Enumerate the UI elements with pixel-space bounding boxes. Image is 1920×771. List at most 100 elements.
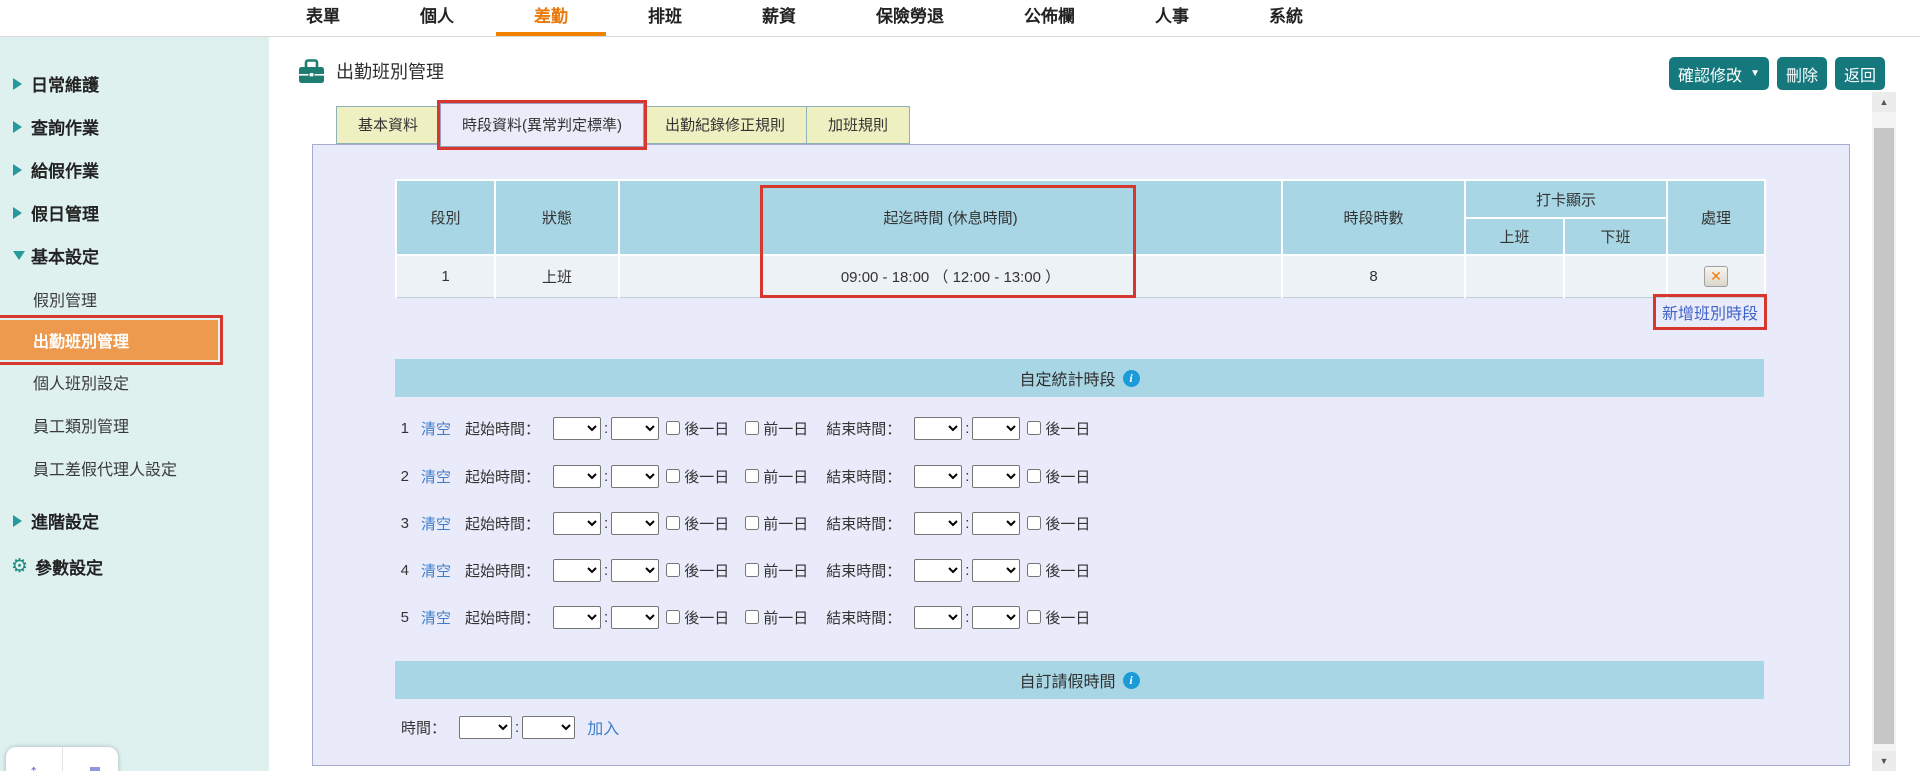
sidebar-item-basic-settings[interactable]: 基本設定 [0, 234, 269, 277]
start-minute-select[interactable] [611, 464, 660, 488]
nav-item-bulletin[interactable]: 公佈欄 [986, 0, 1113, 36]
scroll-down-icon[interactable]: ▼ [1872, 751, 1896, 771]
sidebar-item-leave-type-management[interactable]: 假別管理 [0, 277, 269, 320]
sidebar-item-parameter-settings[interactable]: ⚙ 參數設定 [0, 545, 269, 588]
start-next-day-checkbox[interactable] [666, 610, 681, 624]
end-next-day-checkbox[interactable] [1027, 563, 1042, 577]
add-shift-segment-link[interactable]: 新增班別時段 [1652, 294, 1768, 330]
nav-item-system[interactable]: 系統 [1231, 0, 1341, 36]
prev-day-checkbox-group: 前一日 [745, 466, 808, 487]
tab-attendance-correction-rules[interactable]: 出勤紀錄修正規則 [644, 106, 808, 144]
add-link[interactable]: 加入 [587, 715, 619, 739]
sidebar-item-holiday-management[interactable]: 假日管理 [0, 191, 269, 234]
end-minute-select[interactable] [972, 416, 1021, 440]
start-prev-day-checkbox[interactable] [745, 421, 760, 435]
clear-link[interactable]: 清空 [421, 513, 451, 534]
start-hour-select[interactable] [553, 511, 602, 535]
nav-item-hr[interactable]: 人事 [1117, 0, 1227, 36]
tab-time-segment-data[interactable]: 時段資料(異常判定標準) [437, 100, 648, 150]
info-icon[interactable]: i [1122, 369, 1140, 387]
toolbar: 確認修改 ▼ 刪除 返回 [1669, 57, 1885, 90]
clear-link[interactable]: 清空 [421, 560, 451, 581]
end-hour-select[interactable] [914, 511, 963, 535]
tab-basic-info[interactable]: 基本資料 [336, 106, 441, 144]
colon-separator: : [604, 561, 609, 579]
info-icon[interactable]: i [1122, 671, 1140, 689]
end-time-label: 結束時間： [826, 562, 902, 580]
end-hour-select[interactable] [914, 416, 963, 440]
start-prev-day-checkbox[interactable] [745, 563, 760, 577]
delete-button[interactable]: 刪除 [1776, 57, 1827, 90]
sidebar-item-query[interactable]: 查詢作業 [0, 105, 269, 148]
sidebar-item-leave-grant[interactable]: 給假作業 [0, 148, 269, 191]
end-hour-select[interactable] [914, 558, 963, 582]
start-next-day-checkbox[interactable] [666, 516, 681, 530]
main-panel: 段別 狀態 起迄時間 (休息時間) 時段時數 打卡顯示 處理 上班 下班 1 上… [312, 144, 1850, 766]
scroll-to-top-button[interactable]: ↑ [6, 747, 63, 771]
col-header-action: 處理 [1666, 179, 1767, 256]
stats-widget-button[interactable] [63, 747, 119, 771]
nav-item-payroll[interactable]: 薪資 [724, 0, 834, 36]
sidebar-item-advanced-settings[interactable]: 進階設定 [0, 499, 269, 542]
leave-hour-select[interactable] [459, 715, 513, 739]
scroll-up-icon[interactable]: ▲ [1872, 92, 1896, 112]
nav-item-attendance[interactable]: 差勤 [496, 0, 606, 36]
custom-stat-section-header: 自定統計時段 i [395, 359, 1764, 397]
screen: 表單 個人 差勤 排班 薪資 保險勞退 公佈欄 人事 系統 日常維護 查詢作業 … [0, 0, 1920, 771]
sidebar-item-attendance-shift-management[interactable]: 出勤班別管理 [0, 315, 223, 365]
back-button[interactable]: 返回 [1834, 57, 1885, 90]
start-prev-day-checkbox[interactable] [745, 516, 760, 530]
colon-separator: : [965, 514, 970, 532]
end-next-day-checkbox[interactable] [1027, 469, 1042, 483]
start-minute-select[interactable] [611, 558, 660, 582]
bar-chart-icon [81, 765, 100, 771]
end-hour-select[interactable] [914, 605, 963, 629]
start-minute-select[interactable] [611, 605, 660, 629]
start-time-label: 起始時間： [465, 609, 541, 627]
start-prev-day-checkbox[interactable] [745, 469, 760, 483]
end-minute-select[interactable] [972, 511, 1021, 535]
nav-item-insurance[interactable]: 保險勞退 [838, 0, 982, 36]
tab-overtime-rules[interactable]: 加班規則 [807, 106, 911, 144]
clear-link[interactable]: 清空 [421, 607, 451, 628]
start-minute-select[interactable] [611, 511, 660, 535]
start-hour-select[interactable] [553, 605, 602, 629]
clear-link[interactable]: 清空 [421, 418, 451, 439]
start-next-day-checkbox[interactable] [666, 421, 681, 435]
start-hour-select[interactable] [553, 464, 602, 488]
page-title: 出勤班別管理 [336, 62, 444, 82]
sidebar-item-label: 日常維護 [31, 76, 99, 95]
sidebar-item-employee-leave-agent-settings[interactable]: 員工差假代理人設定 [0, 446, 269, 489]
delete-x-icon[interactable]: ✕ [1704, 265, 1729, 287]
clear-link[interactable]: 清空 [421, 466, 451, 487]
nav-item-personal[interactable]: 個人 [382, 0, 492, 36]
end-next-day-checkbox[interactable] [1027, 421, 1042, 435]
vertical-scrollbar[interactable]: ▲ ▼ [1872, 92, 1896, 771]
start-hour-select[interactable] [553, 558, 602, 582]
end-hour-select[interactable] [914, 464, 963, 488]
next-day-checkbox-group: 後一日 [1027, 466, 1090, 487]
end-minute-select[interactable] [972, 605, 1021, 629]
nav-item-scheduling[interactable]: 排班 [610, 0, 720, 36]
confirm-modify-button[interactable]: 確認修改 ▼ [1669, 57, 1769, 90]
end-minute-select[interactable] [972, 464, 1021, 488]
next-day-label: 後一日 [684, 468, 730, 486]
end-next-day-checkbox[interactable] [1027, 610, 1042, 624]
start-next-day-checkbox[interactable] [666, 563, 681, 577]
start-minute-select[interactable] [611, 416, 660, 440]
next-day-label: 後一日 [1045, 515, 1091, 533]
end-next-day-checkbox[interactable] [1027, 516, 1042, 530]
leave-minute-select[interactable] [522, 715, 576, 739]
custom-leave-section-header: 自訂請假時間 i [395, 661, 1764, 699]
sidebar-item-personal-shift-settings[interactable]: 個人班別設定 [0, 360, 269, 403]
end-time-label: 結束時間： [826, 420, 902, 438]
sidebar-item-employee-category-management[interactable]: 員工類別管理 [0, 403, 269, 446]
start-time-label: 起始時間： [465, 468, 541, 486]
start-prev-day-checkbox[interactable] [745, 610, 760, 624]
scrollbar-thumb[interactable] [1874, 128, 1894, 744]
sidebar-item-daily-maintenance[interactable]: 日常維護 [0, 62, 269, 105]
start-next-day-checkbox[interactable] [666, 469, 681, 483]
end-minute-select[interactable] [972, 558, 1021, 582]
nav-item-forms[interactable]: 表單 [268, 0, 378, 36]
start-hour-select[interactable] [553, 416, 602, 440]
